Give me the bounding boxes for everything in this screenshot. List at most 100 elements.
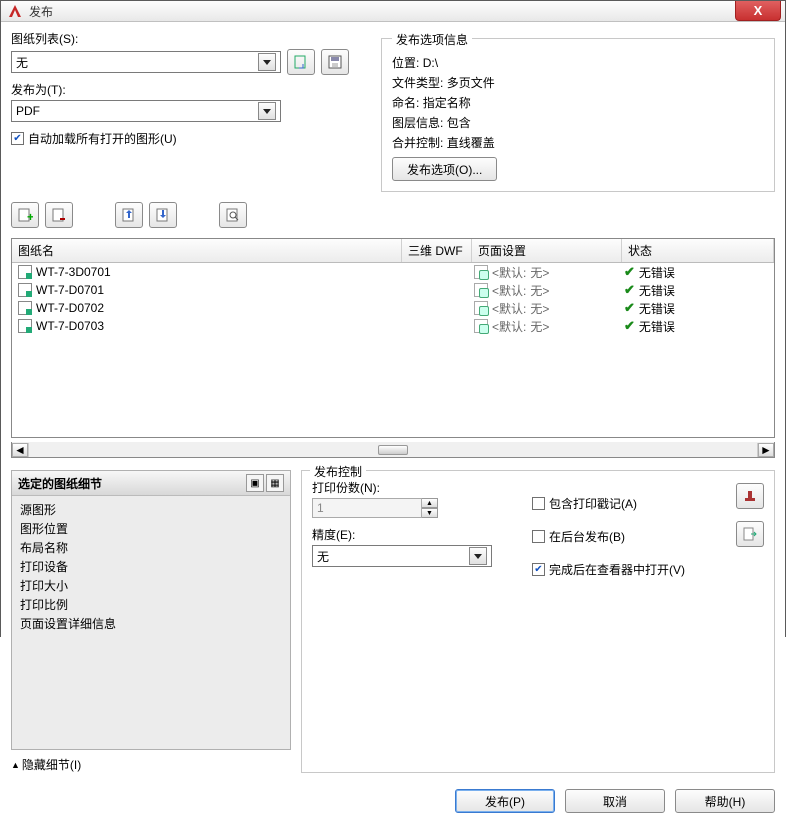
svg-text:+: + [27, 210, 33, 223]
sheet-name: WT-7-3D0701 [36, 265, 111, 279]
scroll-right-icon[interactable]: ► [758, 443, 774, 457]
horizontal-scrollbar[interactable]: ◄ ► [11, 442, 775, 458]
dialog-footer: 发布(P) 取消 帮助(H) [1, 781, 785, 821]
close-button[interactable]: X [735, 1, 781, 21]
table-row[interactable]: WT-7-3D0701<默认: 无>✔无错误 [12, 263, 774, 281]
th-page-setup[interactable]: 页面设置 [472, 239, 622, 262]
merge-value: 直线覆盖 [447, 136, 495, 150]
copies-label: 打印份数(N): [312, 479, 512, 496]
scroll-left-icon[interactable]: ◄ [12, 443, 28, 457]
page-setup-icon [474, 319, 488, 333]
move-down-button[interactable] [149, 202, 177, 228]
spin-up-icon[interactable]: ▲ [422, 498, 438, 508]
detail-plot-device: 打印设备 [20, 557, 282, 576]
details-expand-button[interactable]: ▦ [266, 474, 284, 492]
sheet-table: 图纸名 三维 DWF 页面设置 状态 WT-7-3D0701<默认: 无>✔无错… [11, 238, 775, 438]
info-heading: 发布选项信息 [392, 31, 472, 48]
publish-control-heading: 发布控制 [310, 463, 366, 480]
table-body: WT-7-3D0701<默认: 无>✔无错误WT-7-D0701<默认: 无>✔… [12, 263, 774, 437]
publish-control-group: 发布控制 打印份数(N): ▲▼ 精度(E): [301, 470, 775, 773]
precision-dropdown[interactable]: 无 [312, 545, 492, 567]
table-row[interactable]: WT-7-D0703<默认: 无>✔无错误 [12, 317, 774, 335]
layer-label: 图层信息: [392, 116, 443, 130]
add-sheets-button[interactable]: + [11, 202, 39, 228]
page-setup-prefix: <默认: [492, 264, 526, 281]
chevron-down-icon [469, 547, 487, 565]
copies-input[interactable] [312, 498, 422, 518]
publish-as-dropdown[interactable]: PDF [11, 100, 281, 122]
move-down-icon [155, 207, 171, 223]
sheet-name: WT-7-D0702 [36, 301, 104, 315]
checkbox-icon [532, 530, 545, 543]
sheet-icon [18, 283, 32, 297]
th-3d-dwf[interactable]: 三维 DWF [402, 239, 472, 262]
publish-options-button[interactable]: 发布选项(O)... [392, 157, 497, 181]
preview-icon [225, 207, 241, 223]
sheet-list-label: 图纸列表(S): [11, 30, 371, 47]
status-ok-icon: ✔ [624, 318, 635, 334]
naming-label: 命名: [392, 96, 419, 110]
detail-plot-size: 打印大小 [20, 576, 282, 595]
checkbox-checked-icon [532, 563, 545, 576]
publish-button[interactable]: 发布(P) [455, 789, 555, 813]
page-setup-icon [474, 301, 488, 315]
titlebar: 发布 X [1, 1, 785, 22]
add-sheets-icon: + [17, 207, 33, 223]
sheet-icon [18, 265, 32, 279]
import-sheet-button[interactable] [287, 49, 315, 75]
checkbox-icon [532, 497, 545, 510]
save-icon [327, 54, 343, 70]
app-logo-icon [7, 3, 23, 19]
table-row[interactable]: WT-7-D0701<默认: 无>✔无错误 [12, 281, 774, 299]
scroll-thumb[interactable] [378, 445, 408, 455]
copies-spinner[interactable]: ▲▼ [312, 498, 512, 518]
stamp-settings-button[interactable] [736, 483, 764, 509]
status-ok-icon: ✔ [624, 264, 635, 280]
open-in-viewer-checkbox[interactable]: 完成后在查看器中打开(V) [532, 561, 716, 578]
page-setup-value: 无> [530, 282, 549, 299]
help-button[interactable]: 帮助(H) [675, 789, 775, 813]
background-publish-checkbox[interactable]: 在后台发布(B) [532, 528, 716, 545]
filetype-label: 文件类型: [392, 76, 443, 90]
page-setup-prefix: <默认: [492, 318, 526, 335]
checkbox-checked-icon [11, 132, 24, 145]
auto-load-checkbox[interactable]: 自动加载所有打开的图形(U) [11, 130, 371, 147]
spin-down-icon[interactable]: ▼ [422, 508, 438, 518]
publish-as-value: PDF [16, 104, 258, 118]
page-setup-icon [474, 265, 488, 279]
move-up-button[interactable] [115, 202, 143, 228]
remove-sheets-button[interactable] [45, 202, 73, 228]
scroll-track[interactable] [28, 443, 758, 457]
dialog-content: 图纸列表(S): 无 发布为(T): PDF [1, 22, 785, 781]
detail-source-drawing: 源图形 [20, 500, 282, 519]
sheet-list-dropdown[interactable]: 无 [11, 51, 281, 73]
page-setup-value: 无> [530, 264, 549, 281]
location-label: 位置: [392, 56, 419, 70]
remove-sheets-icon [51, 207, 67, 223]
page-setup-prefix: <默认: [492, 300, 526, 317]
cancel-button[interactable]: 取消 [565, 789, 665, 813]
hide-details-toggle[interactable]: 隐藏细节(I) [11, 756, 291, 773]
preview-button[interactable] [219, 202, 247, 228]
status-ok-icon: ✔ [624, 282, 635, 298]
detail-drawing-location: 图形位置 [20, 519, 282, 538]
table-row[interactable]: WT-7-D0702<默认: 无>✔无错误 [12, 299, 774, 317]
import-icon [293, 54, 309, 70]
include-stamp-checkbox[interactable]: 包含打印戳记(A) [532, 495, 716, 512]
background-settings-button[interactable] [736, 521, 764, 547]
precision-value: 无 [317, 548, 469, 565]
details-copy-button[interactable]: ▣ [246, 474, 264, 492]
th-status[interactable]: 状态 [622, 239, 774, 262]
save-sheet-button[interactable] [321, 49, 349, 75]
th-sheet-name[interactable]: 图纸名 [12, 239, 402, 262]
detail-page-setup-details: 页面设置详细信息 [20, 614, 282, 633]
sheet-list-value: 无 [16, 54, 258, 71]
sheet-icon [18, 301, 32, 315]
selected-sheet-details: 选定的图纸细节 ▣ ▦ 源图形 图形位置 布局名称 打印设备 打印大小 打印比例… [11, 470, 291, 750]
chevron-down-icon [258, 102, 276, 120]
merge-label: 合并控制: [392, 136, 443, 150]
stamp-icon [742, 488, 758, 504]
move-up-icon [121, 207, 137, 223]
status-text: 无错误 [639, 300, 675, 317]
table-header: 图纸名 三维 DWF 页面设置 状态 [12, 239, 774, 263]
